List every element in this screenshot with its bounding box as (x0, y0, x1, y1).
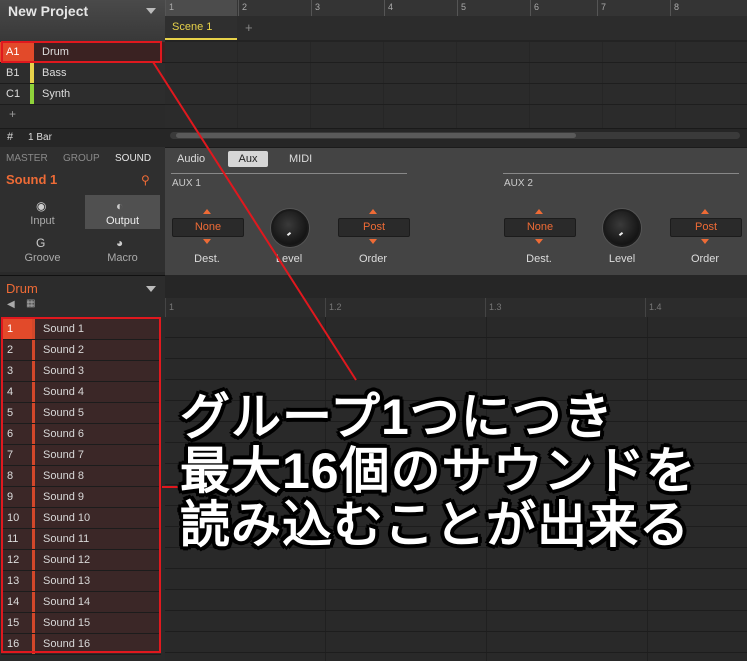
callout-line: 最大16個のサウンドを (180, 443, 697, 499)
callout-line: 読み込むことが出来る (180, 497, 690, 553)
annotation-lines (152, 61, 357, 488)
pointer-line-group (152, 61, 357, 381)
callout-line: グループ1つにつき (180, 389, 614, 445)
annotation-callout: グループ1つにつき 最大16個のサウンドを 読み込むことが出来る (180, 390, 740, 552)
